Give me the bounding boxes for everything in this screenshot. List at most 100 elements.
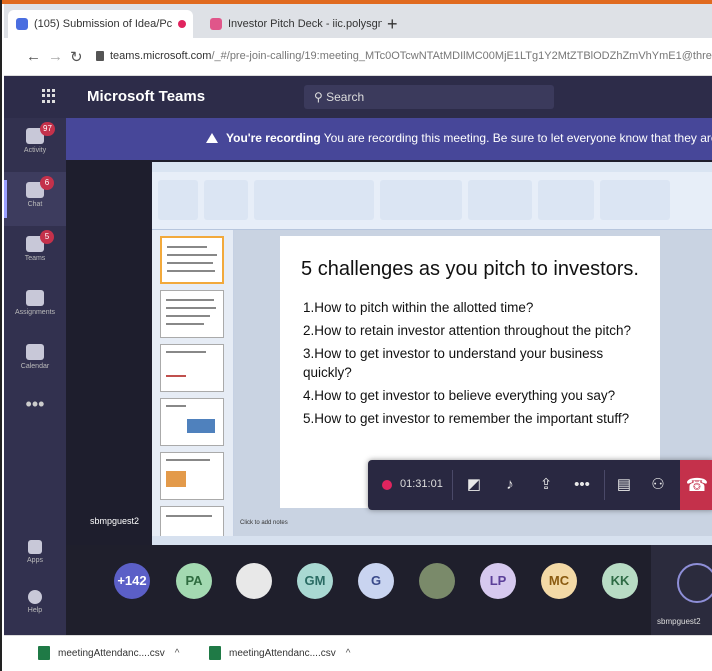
slide-thumbnail[interactable] (160, 290, 224, 338)
download-filename: meetingAttendanc....csv (229, 647, 336, 659)
calendar-icon (26, 344, 44, 360)
more-actions-icon[interactable]: ••• (570, 473, 594, 497)
more-apps-button[interactable]: ••• (4, 394, 66, 415)
participant-avatar[interactable]: GM (297, 563, 333, 599)
tab-label: Investor Pitch Deck - iic.polysgn (228, 18, 382, 30)
rail-label: Activity (23, 147, 47, 154)
participant-avatar[interactable]: MC (541, 563, 577, 599)
reload-icon[interactable]: ↻ (70, 48, 83, 66)
warning-icon (206, 133, 218, 143)
self-name: sbmpguest2 (657, 617, 701, 626)
rail-label: Chat (27, 201, 43, 208)
rail-item-apps[interactable]: Apps (4, 530, 66, 584)
search-placeholder: Search (326, 90, 365, 104)
tab-favicon-icon (210, 18, 222, 30)
slide-thumbnail[interactable] (160, 236, 224, 284)
rail-item-chat[interactable]: 6 Chat (4, 172, 66, 226)
rail-item-activity[interactable]: 97 Activity (4, 118, 66, 172)
url-host: teams.microsoft.com (110, 50, 212, 62)
tab-favicon-icon (16, 18, 28, 30)
app-title: Microsoft Teams (87, 88, 206, 105)
search-input[interactable]: ⚲ Search (304, 85, 554, 109)
phone-icon: ☎ (685, 475, 709, 495)
presenter-name: sbmpguest2 (90, 516, 140, 526)
apps-icon (28, 540, 42, 554)
recording-indicator-icon (382, 480, 392, 490)
call-timer: 01:31:01 (400, 478, 443, 490)
rail-item-assignments[interactable]: Assignments (4, 280, 66, 334)
participants-icon[interactable]: ⚇ (646, 473, 670, 497)
slide-thumbnail[interactable] (160, 506, 224, 536)
tab-label: (105) Submission of Idea/Pc (34, 18, 173, 30)
slide-bullet: 2.How to retain investor attention throu… (303, 323, 631, 338)
search-icon: ⚲ (314, 90, 327, 104)
csv-file-icon (209, 646, 221, 660)
chat-badge: 6 (40, 176, 54, 190)
banner-title: You're recording (226, 131, 321, 145)
forward-icon[interactable]: → (48, 48, 63, 65)
participants-strip: +142 PA GM G LP MC KK sbmpguest2 (66, 545, 712, 635)
rail-item-calendar[interactable]: Calendar (4, 334, 66, 388)
camera-off-icon[interactable]: ◩ (462, 473, 486, 497)
browser-tab-pitch-deck[interactable]: Investor Pitch Deck - iic.polysgn × (202, 10, 382, 38)
call-controls: 01:31:01 ◩ ♪ ⇪ ••• ▤ ⚇ ☎ (368, 460, 712, 510)
slide-bullets: 1.How to pitch within the allotted time?… (303, 298, 655, 432)
url-path: /_#/pre-join-calling/19:meeting_MTc0OTcw… (211, 50, 712, 62)
assignments-icon (26, 290, 44, 306)
slide-bullet: 3.How to get investor to understand your… (303, 346, 604, 380)
rail-item-help[interactable]: Help (4, 580, 66, 634)
download-item[interactable]: meetingAttendanc....csv ^ (38, 646, 179, 660)
slide-bullet: 5.How to get investor to remember the im… (303, 411, 630, 426)
mic-icon[interactable]: ♪ (498, 473, 522, 497)
chat-panel-icon[interactable]: ▤ (612, 473, 636, 497)
slide-thumbnail[interactable] (160, 452, 224, 500)
slide-thumbnail[interactable] (160, 398, 224, 446)
left-rail: 97 Activity 6 Chat 5 Teams Assignments C… (4, 118, 66, 671)
share-screen-icon[interactable]: ⇪ (534, 473, 558, 497)
participant-avatar[interactable] (419, 563, 455, 599)
banner-message: You are recording this meeting. Be sure … (323, 131, 712, 145)
rail-label: Teams (24, 255, 46, 262)
slide-title: 5 challenges as you pitch to investors. (301, 258, 639, 280)
browser-window: (105) Submission of Idea/Pc × Investor P… (0, 0, 712, 671)
csv-file-icon (38, 646, 50, 660)
address-bar: ← → ↻ teams.microsoft.com/_#/pre-join-ca… (4, 38, 712, 76)
lock-icon (96, 51, 104, 61)
chevron-up-icon[interactable]: ^ (346, 648, 351, 659)
participant-avatar[interactable]: LP (480, 563, 516, 599)
self-video-tile[interactable]: sbmpguest2 (651, 545, 712, 635)
help-icon (28, 590, 42, 604)
new-tab-button[interactable]: + (387, 14, 398, 35)
participant-avatar[interactable]: KK (602, 563, 638, 599)
participant-avatar[interactable]: G (358, 563, 394, 599)
teams-header: Microsoft Teams ⚲ Search (4, 76, 712, 118)
rail-label: Calendar (20, 363, 50, 370)
self-avatar (677, 563, 712, 603)
slide-thumbnail[interactable] (160, 344, 224, 392)
rail-label: Help (27, 607, 43, 614)
browser-tab-submission[interactable]: (105) Submission of Idea/Pc × (8, 10, 193, 38)
rail-label: Apps (27, 557, 43, 564)
download-bar: meetingAttendanc....csv ^ meetingAttenda… (4, 635, 712, 671)
download-filename: meetingAttendanc....csv (58, 647, 165, 659)
ppt-ribbon (152, 172, 712, 230)
participant-avatar[interactable] (236, 563, 272, 599)
activity-badge: 97 (40, 122, 55, 136)
chevron-up-icon[interactable]: ^ (175, 648, 180, 659)
app-launcher-icon[interactable] (42, 89, 56, 103)
slide-bullet: 4.How to get investor to believe everyth… (303, 388, 616, 403)
slide-bullet: 1.How to pitch within the allotted time? (303, 300, 534, 315)
recording-banner: You're recording You are recording this … (66, 118, 712, 160)
teams-badge: 5 (40, 230, 54, 244)
rail-item-teams[interactable]: 5 Teams (4, 226, 66, 280)
participant-avatar[interactable]: PA (176, 563, 212, 599)
rail-label: Assignments (14, 309, 56, 316)
overflow-count[interactable]: +142 (114, 563, 150, 599)
download-item[interactable]: meetingAttendanc....csv ^ (209, 646, 350, 660)
notes-placeholder[interactable]: Click to add notes (240, 520, 288, 526)
url-field[interactable]: teams.microsoft.com/_#/pre-join-calling/… (110, 50, 712, 62)
recording-dot-icon (178, 20, 187, 28)
back-icon[interactable]: ← (26, 48, 41, 65)
ppt-titlebar (152, 162, 712, 172)
hang-up-button[interactable]: ☎ (680, 460, 712, 510)
